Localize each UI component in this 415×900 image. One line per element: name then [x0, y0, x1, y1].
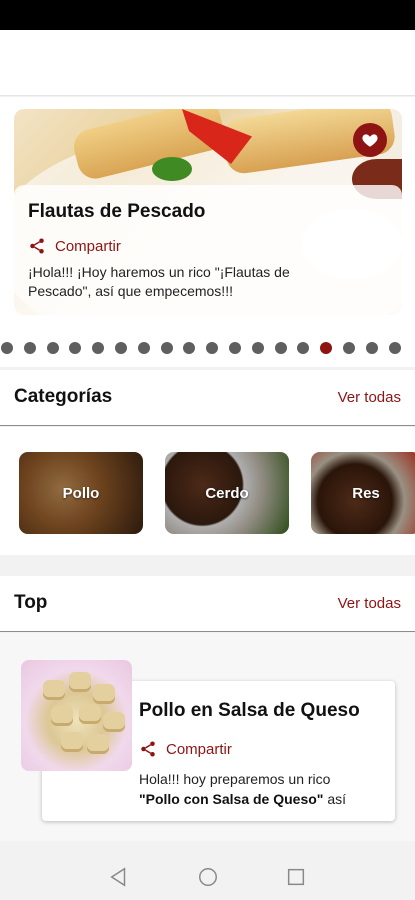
system-nav-bar: [0, 852, 415, 900]
categories-title: Categorías: [14, 386, 113, 407]
category-label: Cerdo: [165, 452, 289, 534]
category-label: Pollo: [19, 452, 143, 534]
top-recipe-title: Pollo en Salsa de Queso: [139, 700, 360, 721]
top-recipe-description: Hola!!! hoy preparemos un rico "Pollo co…: [139, 769, 384, 809]
carousel-dot[interactable]: [320, 342, 333, 354]
category-card-pollo[interactable]: Pollo: [19, 452, 143, 534]
carousel-dot[interactable]: [343, 342, 355, 354]
categories-see-all-link[interactable]: Ver todas: [338, 389, 401, 406]
carousel-dot[interactable]: [206, 342, 219, 354]
recents-square-icon[interactable]: [285, 866, 307, 888]
featured-recipe-title: Flautas de Pescado: [28, 201, 206, 222]
carousel-dot[interactable]: [115, 342, 127, 354]
recipe-desc-suffix: así: [323, 791, 347, 807]
category-card-res[interactable]: Res: [311, 452, 415, 534]
heart-icon: [362, 134, 378, 147]
carousel-dot[interactable]: [229, 342, 241, 354]
carousel-dot[interactable]: [297, 342, 310, 354]
top-recipe-share-label: Compartir: [166, 740, 232, 758]
carousel-dot[interactable]: [23, 342, 36, 354]
share-icon: [141, 741, 155, 757]
recipe-desc-prefix: Hola!!! hoy preparemos un rico: [139, 771, 331, 787]
carousel-dot[interactable]: [69, 342, 82, 354]
featured-share-button[interactable]: Compartir: [28, 237, 388, 255]
carousel-dot[interactable]: [1, 342, 13, 354]
carousel-dot[interactable]: [183, 342, 196, 354]
status-bar: [0, 0, 415, 30]
home-circle-icon[interactable]: [197, 866, 219, 888]
carousel-dot[interactable]: [46, 342, 59, 354]
top-title: Top: [14, 592, 48, 613]
carousel-dot[interactable]: [137, 342, 150, 354]
carousel-dot[interactable]: [160, 342, 173, 354]
share-icon: [30, 238, 44, 254]
carousel-dot[interactable]: [274, 342, 287, 354]
carousel-dot[interactable]: [365, 342, 378, 354]
categories-header: Categorías Ver todas: [0, 370, 415, 426]
recipe-desc-bold: "Pollo con Salsa de Queso": [139, 791, 324, 807]
categories-list[interactable]: Pollo Cerdo Res: [0, 427, 415, 555]
top-see-all-link[interactable]: Ver todas: [338, 595, 401, 612]
top-header: Top Ver todas: [0, 576, 415, 632]
featured-recipe-card[interactable]: Flautas de Pescado Compartir ¡Hola!!! ¡H…: [14, 185, 402, 317]
carousel-indicator: [0, 342, 415, 356]
favorite-button[interactable]: [353, 123, 387, 157]
app-bar: [0, 30, 415, 96]
carousel-dot[interactable]: [92, 342, 105, 354]
featured-share-label: Compartir: [55, 237, 121, 255]
carousel-dot[interactable]: [251, 342, 264, 354]
category-card-cerdo[interactable]: Cerdo: [165, 452, 289, 534]
carousel-dot[interactable]: [388, 342, 401, 354]
top-recipe-share-button[interactable]: Compartir: [139, 740, 232, 758]
category-label: Res: [311, 452, 415, 534]
back-triangle-icon[interactable]: [108, 866, 130, 888]
top-recipe-image[interactable]: [21, 660, 132, 771]
featured-recipe-description: ¡Hola!!! ¡Hoy haremos un rico "¡Flautas …: [28, 264, 290, 299]
